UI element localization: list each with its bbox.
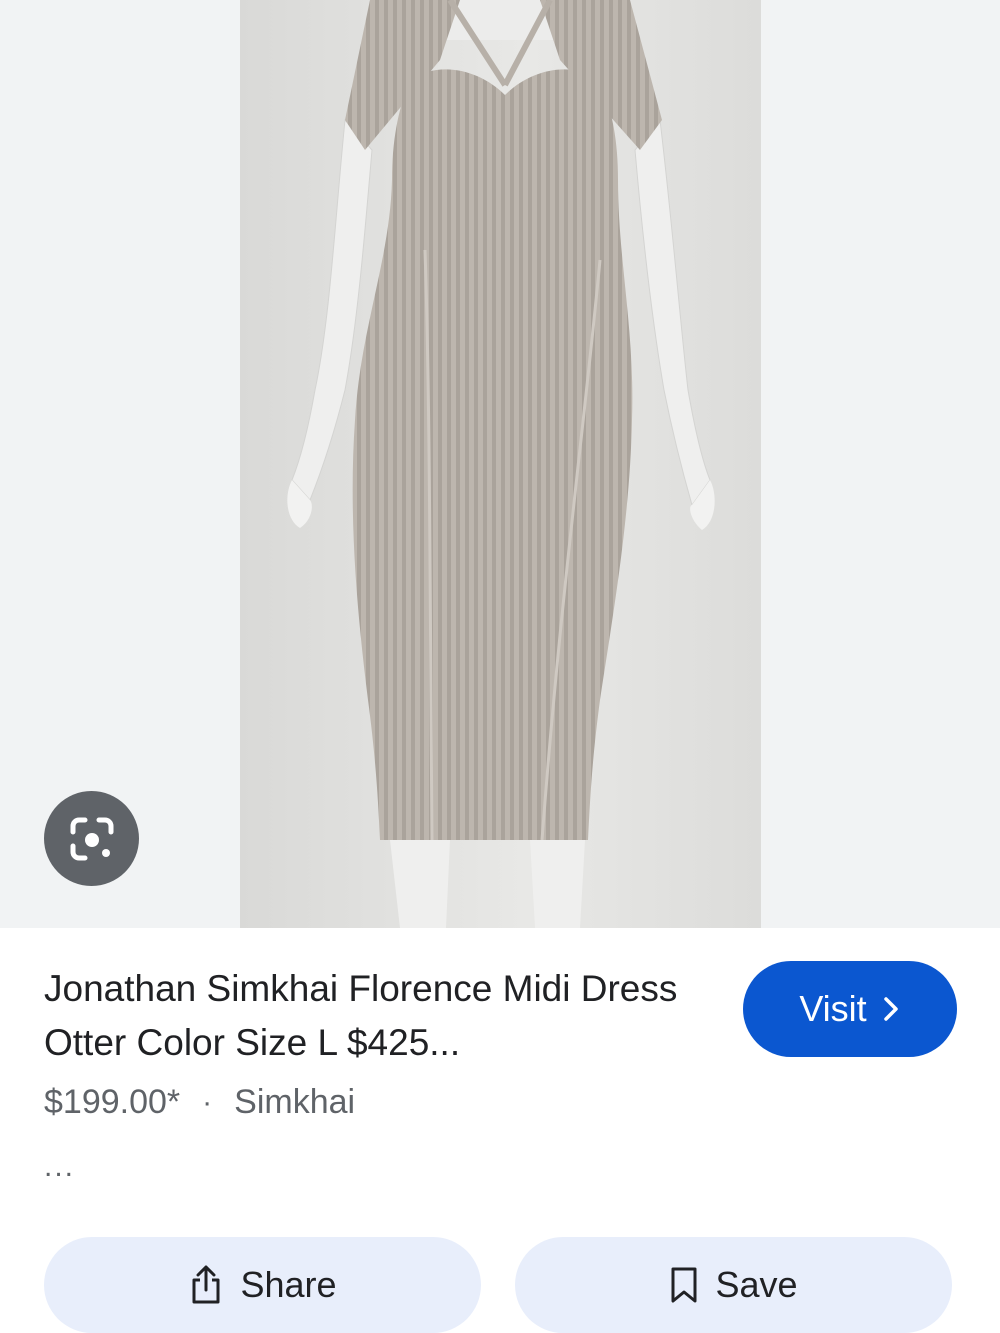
share-label: Share [240, 1264, 337, 1305]
google-lens-button[interactable] [44, 791, 139, 886]
meta-separator: · [202, 1085, 213, 1119]
product-title: Jonathan Simkhai Florence Midi Dress Ott… [44, 968, 678, 1063]
dress-on-mannequin-image [287, 0, 715, 928]
chevron-right-icon [883, 997, 898, 1021]
visit-button[interactable]: Visit [743, 961, 957, 1057]
product-meta: $199.00* · Simkhai [44, 1083, 355, 1122]
save-button[interactable]: Save [515, 1237, 952, 1333]
product-price: $199.00* [44, 1083, 181, 1121]
share-button[interactable]: Share [44, 1237, 481, 1333]
visit-label: Visit [799, 988, 867, 1029]
bookmark-icon [671, 1267, 697, 1303]
more-info-ellipsis[interactable]: ... [44, 1150, 75, 1184]
google-lens-icon [70, 817, 113, 860]
share-icon [192, 1265, 220, 1304]
save-label: Save [715, 1264, 798, 1305]
image-preview-area [0, 0, 1000, 928]
product-image[interactable] [240, 0, 761, 928]
product-seller: Simkhai [234, 1083, 356, 1121]
